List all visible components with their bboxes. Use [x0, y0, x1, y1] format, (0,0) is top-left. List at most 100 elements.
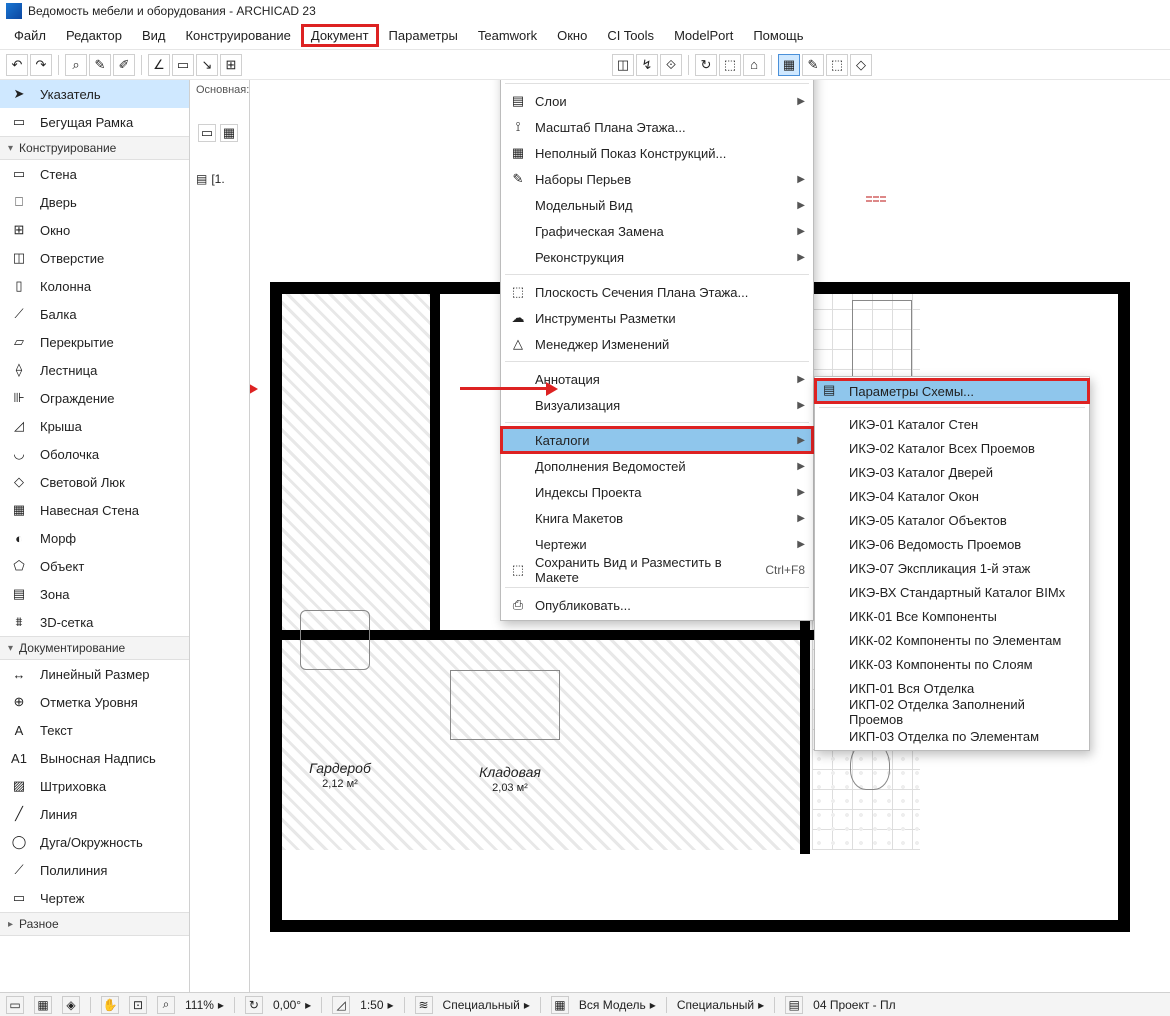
menu-citools[interactable]: CI Tools	[597, 24, 664, 47]
tool-g-button[interactable]: ✎	[802, 54, 824, 76]
tool-балка[interactable]: ⟋Балка	[0, 300, 189, 328]
menu-item[interactable]: ⬚Сохранить Вид и Разместить в МакетеCtrl…	[501, 557, 813, 583]
tool-f-button[interactable]: ⌂	[743, 54, 765, 76]
tool-d-button[interactable]: ↻	[695, 54, 717, 76]
tool-ограждение[interactable]: ⊪Ограждение	[0, 384, 189, 412]
section-design[interactable]: ▾Конструирование	[0, 136, 189, 160]
menu-teamwork[interactable]: Teamwork	[468, 24, 547, 47]
tool-штриховка[interactable]: ▨Штриховка	[0, 772, 189, 800]
syringe-button[interactable]: ✐	[113, 54, 135, 76]
menu-item[interactable]: ▤Слои▶	[501, 88, 813, 114]
tool-отверстие[interactable]: ◫Отверстие	[0, 244, 189, 272]
angle-button[interactable]: ∠	[148, 54, 170, 76]
menu-item[interactable]: Модельный Вид▶	[501, 192, 813, 218]
menu-item[interactable]: Графическая Замена▶	[501, 218, 813, 244]
tool-i-button[interactable]: ◇	[850, 54, 872, 76]
submenu-item[interactable]: ИКП-02 Отделка Заполнений Проемов	[815, 700, 1089, 724]
tool-лестница[interactable]: ⟠Лестница	[0, 356, 189, 384]
model-view[interactable]: Вся Модель ▸	[579, 998, 656, 1012]
menu-item[interactable]: Каталоги▶	[501, 427, 813, 453]
submenu-item[interactable]: ИКК-03 Компоненты по Слоям	[815, 652, 1089, 676]
tool-дверь[interactable]: ⎕Дверь	[0, 188, 189, 216]
tool-крыша[interactable]: ◿Крыша	[0, 412, 189, 440]
submenu-item[interactable]: ИКЭ-05 Каталог Объектов	[815, 508, 1089, 532]
infobar-icon-b[interactable]: ▦	[220, 124, 238, 142]
sb-grid-icon[interactable]: ▦	[34, 996, 52, 1014]
pick-button[interactable]: ⌕	[65, 54, 87, 76]
layer-combo[interactable]: Специальный ▸	[443, 998, 530, 1012]
menu-item[interactable]: ⬚Плоскость Сечения Плана Этажа...	[501, 279, 813, 305]
tool-3d-сетка[interactable]: ⩩3D-сетка	[0, 608, 189, 636]
submenu-item[interactable]: ИКК-02 Компоненты по Элементам	[815, 628, 1089, 652]
menu-item[interactable]: Индексы Проекта▶	[501, 479, 813, 505]
tool-морф[interactable]: ◐Морф	[0, 524, 189, 552]
menu-item[interactable]: Визуализация▶	[501, 392, 813, 418]
sb-scale-icon[interactable]: ◿	[332, 996, 350, 1014]
menu-file[interactable]: Файл	[4, 24, 56, 47]
submenu-item[interactable]: ИКЭ-04 Каталог Окон	[815, 484, 1089, 508]
submenu-item[interactable]: ИКЭ-02 Каталог Всех Проемов	[815, 436, 1089, 460]
tool-отметка уровня[interactable]: ⊕Отметка Уровня	[0, 688, 189, 716]
tool-выносная надпись[interactable]: A1Выносная Надпись	[0, 744, 189, 772]
menu-help[interactable]: Помощь	[743, 24, 813, 47]
menu-item[interactable]: △Менеджер Изменений	[501, 331, 813, 357]
eyedropper-button[interactable]: ✎	[89, 54, 111, 76]
menu-item[interactable]: Книга Макетов▶	[501, 505, 813, 531]
drawing-canvas[interactable]: се] Гардероб 2,12 м²	[250, 80, 1170, 992]
tool-a-button[interactable]: ◫	[612, 54, 634, 76]
sb-sheet-icon[interactable]: ▤	[785, 996, 803, 1014]
tool-текст[interactable]: AТекст	[0, 716, 189, 744]
submenu-item[interactable]: ИКЭ-03 Каталог Дверей	[815, 460, 1089, 484]
submenu-item[interactable]: ИКЭ-07 Экспликация 1-й этаж	[815, 556, 1089, 580]
tool-линия[interactable]: ╱Линия	[0, 800, 189, 828]
tool-e-button[interactable]: ⬚	[719, 54, 741, 76]
view-tab[interactable]: ▤ [1.	[196, 172, 225, 186]
sb-layers-icon[interactable]: ≋	[415, 996, 433, 1014]
sb-zoom-icon[interactable]: ⌕	[157, 996, 175, 1014]
tool-b-button[interactable]: ↯	[636, 54, 658, 76]
tool-стена[interactable]: ▭Стена	[0, 160, 189, 188]
menu-item[interactable]: Аннотация▶	[501, 366, 813, 392]
infobar-icon-a[interactable]: ▭	[198, 124, 216, 142]
submenu-item[interactable]: ИКЭ-06 Ведомость Проемов	[815, 532, 1089, 556]
submenu-item[interactable]: ▤Параметры Схемы...	[815, 379, 1089, 403]
tool-перекрытие[interactable]: ▱Перекрытие	[0, 328, 189, 356]
tool-колонна[interactable]: ▯Колонна	[0, 272, 189, 300]
menu-editor[interactable]: Редактор	[56, 24, 132, 47]
tool-полилиния[interactable]: ⟋Полилиния	[0, 856, 189, 884]
tool-навесная стена[interactable]: ▦Навесная Стена	[0, 496, 189, 524]
angle-value[interactable]: 0,00° ▸	[273, 998, 311, 1012]
menu-document[interactable]: Документ	[301, 24, 379, 47]
ruler-button[interactable]: ▭	[172, 54, 194, 76]
menu-modelport[interactable]: ModelPort	[664, 24, 743, 47]
menu-item[interactable]: Дополнения Ведомостей▶	[501, 453, 813, 479]
submenu-item[interactable]: ИКЭ-ВХ Стандартный Каталог BIMx	[815, 580, 1089, 604]
tool-объект[interactable]: ⬠Объект	[0, 552, 189, 580]
submenu-item[interactable]: ИКЭ-01 Каталог Стен	[815, 412, 1089, 436]
undo-button[interactable]: ↶	[6, 54, 28, 76]
menu-design[interactable]: Конструирование	[175, 24, 300, 47]
menu-item[interactable]: Реконструкция▶	[501, 244, 813, 270]
scale-value[interactable]: 1:50 ▸	[360, 998, 393, 1012]
sb-rot-icon[interactable]: ↻	[245, 996, 263, 1014]
section-misc[interactable]: ▸Разное	[0, 912, 189, 936]
redo-button[interactable]: ↷	[30, 54, 52, 76]
menu-options[interactable]: Параметры	[379, 24, 468, 47]
tool-c-button[interactable]: ⟐	[660, 54, 682, 76]
sb-dot-icon[interactable]: ◈	[62, 996, 80, 1014]
menu-item[interactable]: ⎙Опубликовать...	[501, 592, 813, 618]
menu-item[interactable]: ▦Неполный Показ Конструкций...	[501, 140, 813, 166]
guide-button[interactable]: ↘	[196, 54, 218, 76]
sb-fit-icon[interactable]: ⊡	[129, 996, 147, 1014]
tool-световой люк[interactable]: ◇Световой Люк	[0, 468, 189, 496]
override-combo[interactable]: Специальный ▸	[677, 998, 764, 1012]
menu-item[interactable]: Чертежи▶	[501, 531, 813, 557]
menu-item[interactable]: ✎Наборы Перьев▶	[501, 166, 813, 192]
tool-h-button[interactable]: ⬚	[826, 54, 848, 76]
menu-item[interactable]: ☁Инструменты Разметки	[501, 305, 813, 331]
tool-оболочка[interactable]: ◡Оболочка	[0, 440, 189, 468]
menu-window[interactable]: Окно	[547, 24, 597, 47]
tool-чертеж[interactable]: ▭Чертеж	[0, 884, 189, 912]
section-document[interactable]: ▾Документирование	[0, 636, 189, 660]
tool-зона[interactable]: ▤Зона	[0, 580, 189, 608]
